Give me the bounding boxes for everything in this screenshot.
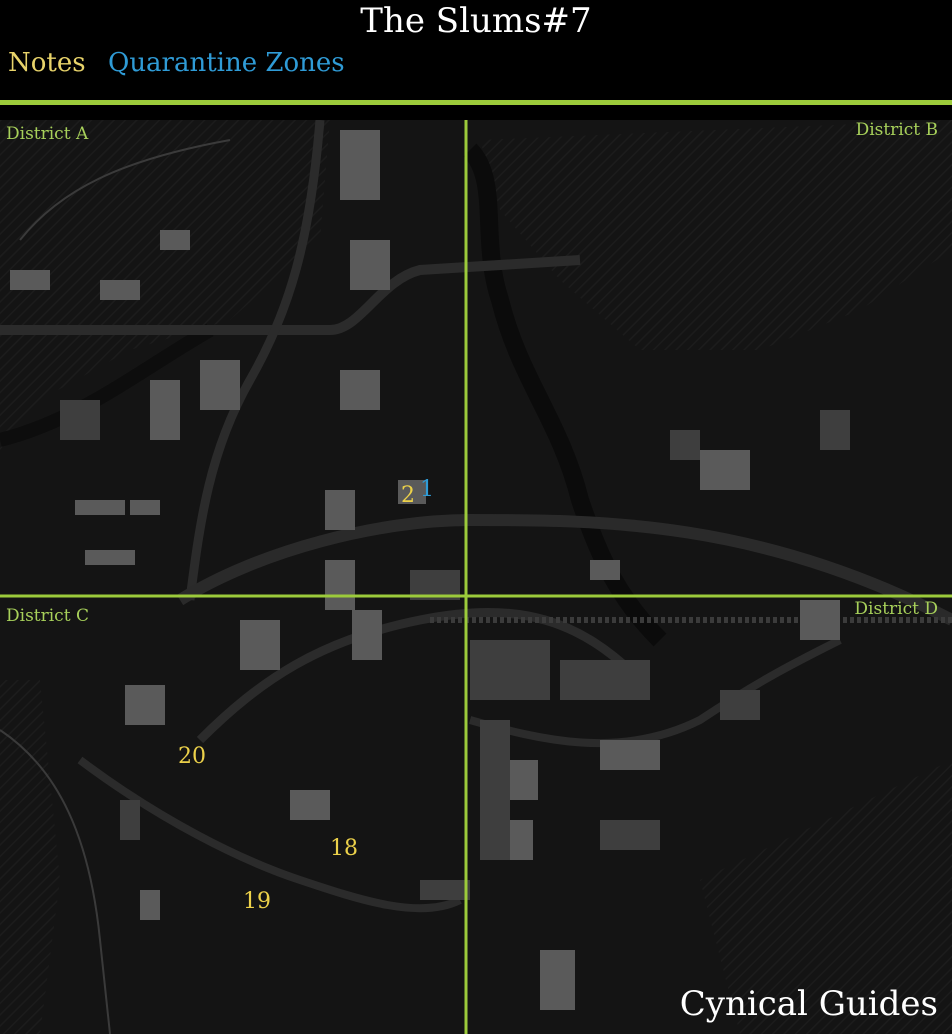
header: The Slums#7 Notes Quarantine Zones <box>0 0 952 100</box>
page-title: The Slums#7 <box>360 1 592 41</box>
district-d-label: District D <box>854 599 938 619</box>
map-area[interactable]: District A District B District C Distric… <box>0 120 952 1034</box>
note-marker-19[interactable]: 19 <box>243 890 271 914</box>
note-marker-18[interactable]: 18 <box>330 837 358 861</box>
legend-quarantine-zones[interactable]: Quarantine Zones <box>108 44 345 82</box>
district-b-label: District B <box>855 120 938 140</box>
map-terrain <box>0 120 952 1034</box>
quarantine-marker-1[interactable]: 1 <box>420 478 434 502</box>
legend-notes[interactable]: Notes <box>8 44 86 82</box>
district-c-label: District C <box>6 606 89 626</box>
note-marker-20[interactable]: 20 <box>178 745 206 769</box>
header-divider <box>0 100 952 105</box>
watermark: Cynical Guides <box>679 984 938 1024</box>
district-a-label: District A <box>6 124 89 144</box>
note-marker-2[interactable]: 2 <box>401 484 415 508</box>
